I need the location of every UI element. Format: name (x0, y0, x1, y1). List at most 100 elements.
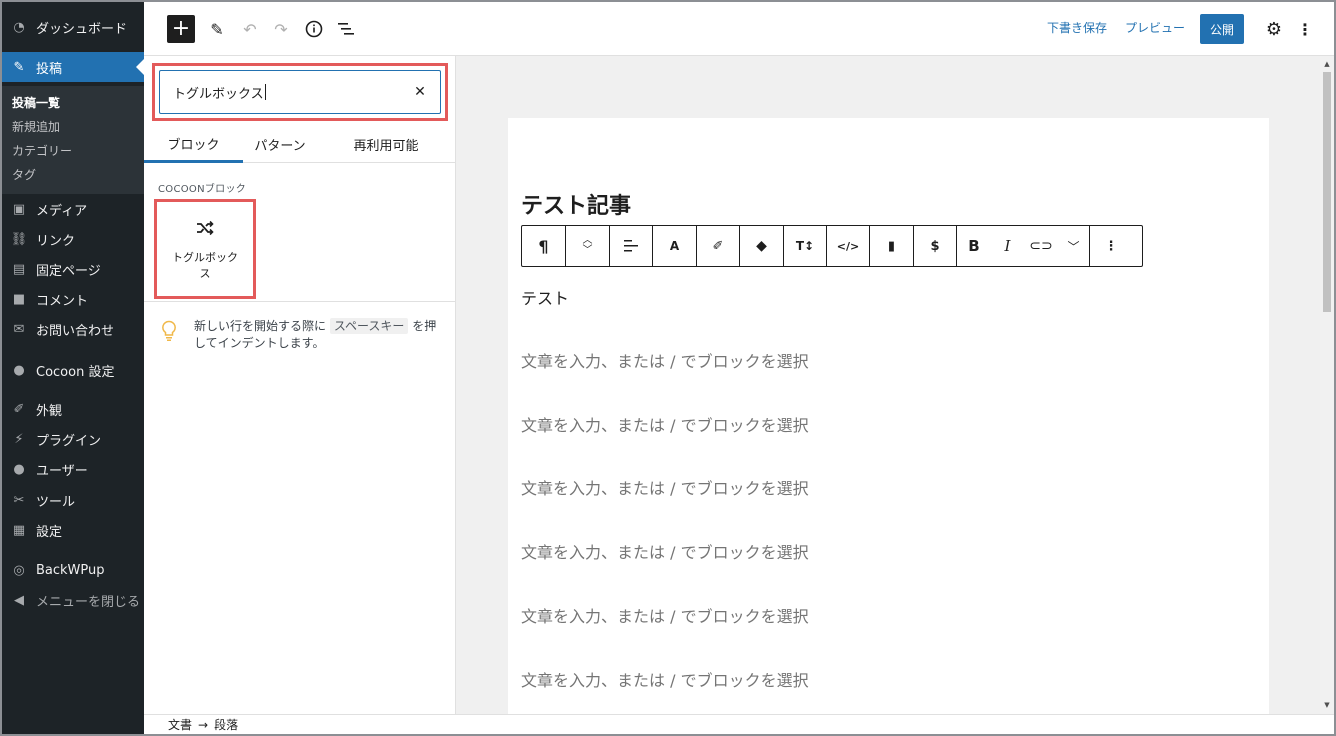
backwpup-icon: ◎ (13, 562, 25, 578)
code-button[interactable]: </> (827, 226, 870, 266)
highlight-button[interactable]: ✐ (697, 226, 740, 266)
details-button[interactable] (301, 16, 327, 42)
clear-search-icon[interactable]: ✕ (412, 84, 428, 100)
dollar-button[interactable]: $ (914, 226, 957, 266)
submenu-add-new[interactable]: 新規追加 (12, 118, 60, 135)
menu-collapse[interactable]: ◀ メニューを閉じる (2, 585, 144, 615)
scroll-up-icon[interactable]: ▲ (1322, 59, 1332, 69)
menu-plugins[interactable]: ⚡ プラグイン (2, 424, 144, 454)
font-size-button[interactable]: T↕ (784, 226, 827, 266)
empty-paragraph-block[interactable]: 文章を入力、または / でブロックを選択 (521, 667, 809, 691)
tab-patterns[interactable]: パターン (243, 126, 317, 163)
bold-button[interactable]: B (957, 226, 991, 266)
mail-icon: ✉ (13, 321, 25, 337)
submenu-categories[interactable]: カテゴリー (12, 142, 72, 159)
menu-cocoon-settings[interactable]: ● Cocoon 設定 (2, 355, 144, 385)
link-button[interactable]: ⊂⊃ (1024, 226, 1058, 266)
link-icon: ⛓ (10, 231, 28, 247)
menu-settings[interactable]: ▦ 設定 (2, 515, 144, 545)
menu-links-label: リンク (36, 233, 76, 249)
paragraph-block[interactable]: テスト (521, 285, 569, 309)
tip-text-before: 新しい行を開始する際に (194, 319, 327, 333)
more-options-button[interactable]: ⋮ (1292, 16, 1318, 42)
menu-pages[interactable]: ▤ 固定ページ (2, 254, 144, 284)
collapse-icon: ◀ (14, 592, 24, 608)
menu-appearance-label: 外観 (36, 403, 63, 419)
vertical-scrollbar[interactable]: ▲ ▼ (1320, 56, 1334, 714)
menu-pages-label: 固定ページ (36, 263, 101, 279)
toggle-box-block-label: トグルボックス (172, 251, 238, 280)
settings-button[interactable]: ⚙ (1261, 16, 1287, 42)
block-search-input[interactable]: トグルボックス ✕ (159, 70, 441, 114)
italic-button[interactable]: I (991, 226, 1024, 266)
empty-paragraph-block[interactable]: 文章を入力、または / でブロックを選択 (521, 475, 809, 499)
file-icon: ▮ (887, 238, 896, 254)
link-icon: ⊂⊃ (1029, 238, 1053, 254)
bold-icon: B (968, 237, 980, 255)
menu-contact-label: お問い合わせ (36, 323, 115, 339)
submenu-all-posts[interactable]: 投稿一覧 (12, 94, 60, 111)
add-block-button[interactable]: + (167, 15, 195, 43)
breadcrumb-separator: → (198, 717, 209, 732)
menu-posts[interactable]: ✎ 投稿 (2, 52, 144, 82)
post-title[interactable]: テスト記事 (521, 188, 631, 220)
menu-media[interactable]: ▣ メディア (2, 194, 144, 224)
menu-tools[interactable]: ✂ ツール (2, 485, 144, 515)
tab-reusable[interactable]: 再利用可能 (317, 126, 455, 163)
empty-paragraph-block[interactable]: 文章を入力、または / でブロックを選択 (521, 412, 809, 436)
submenu-tags[interactable]: タグ (12, 166, 36, 183)
cocoon-icon: ● (13, 362, 25, 378)
menu-tools-label: ツール (36, 494, 76, 510)
menu-comments[interactable]: ■ コメント (2, 284, 144, 314)
publish-button[interactable]: 公開 (1200, 14, 1244, 44)
redo-button[interactable]: ↷ (268, 16, 294, 42)
menu-links[interactable]: ⛓ リンク (2, 224, 144, 254)
block-highlight: トグルボックス (154, 199, 256, 299)
list-view-button[interactable] (333, 16, 359, 42)
lightbulb-icon (162, 320, 176, 341)
comment-icon: ■ (12, 291, 26, 307)
user-icon: ● (13, 461, 25, 477)
breadcrumb-paragraph[interactable]: 段落 (214, 716, 238, 733)
menu-appearance[interactable]: ✐ 外観 (2, 394, 144, 424)
align-left-icon (624, 240, 638, 252)
menu-comments-label: コメント (36, 293, 89, 309)
text-color-button[interactable]: A (653, 226, 697, 266)
undo-button[interactable]: ↶ (237, 16, 263, 42)
align-button[interactable] (610, 226, 653, 266)
dashboard-icon: ◔ (13, 19, 25, 35)
block-inserter-panel: トグルボックス ✕ ブロック パターン 再利用可能 COCOONブロック トグル… (144, 56, 456, 714)
menu-collapse-label: メニューを閉じる (36, 594, 141, 610)
move-block-button[interactable]: ︿ ﹀ (566, 226, 610, 266)
empty-paragraph-block[interactable]: 文章を入力、または / でブロックを選択 (521, 348, 809, 372)
shortcode-button[interactable]: ▮ (870, 226, 914, 266)
empty-paragraph-block[interactable]: 文章を入力、または / でブロックを選択 (521, 539, 809, 563)
more-format-button[interactable]: ﹀ (1058, 226, 1090, 266)
tools-button[interactable]: ✎ (204, 16, 230, 42)
pin-icon: ✎ (13, 59, 25, 75)
scroll-down-icon[interactable]: ▼ (1322, 700, 1332, 710)
posts-submenu: 投稿一覧 新規追加 カテゴリー タグ (2, 86, 144, 194)
app-frame: ◔ ダッシュボード ✎ 投稿 投稿一覧 新規追加 カテゴリー タグ ▣ メディア… (0, 0, 1336, 736)
tab-blocks[interactable]: ブロック (144, 126, 243, 163)
breadcrumb-document[interactable]: 文書 (168, 716, 192, 733)
preview-button[interactable]: プレビュー (1125, 19, 1185, 36)
tag-button[interactable]: ◆ (740, 226, 784, 266)
redo-icon: ↷ (274, 19, 288, 39)
menu-backwpup[interactable]: ◎ BackWPup (2, 555, 144, 585)
menu-contact[interactable]: ✉ お問い合わせ (2, 314, 144, 344)
scrollbar-thumb[interactable] (1323, 72, 1331, 312)
menu-users-label: ユーザー (36, 463, 88, 479)
paragraph-block-button[interactable]: ¶ (522, 226, 566, 266)
gear-icon: ⚙ (1265, 18, 1283, 40)
block-breadcrumb: 文書 → 段落 (144, 714, 1334, 734)
page-icon: ▤ (12, 261, 26, 277)
menu-dashboard[interactable]: ◔ ダッシュボード (2, 12, 144, 42)
undo-icon: ↶ (243, 19, 257, 39)
menu-users[interactable]: ● ユーザー (2, 454, 144, 484)
save-draft-button[interactable]: 下書き保存 (1047, 19, 1107, 36)
block-options-button[interactable]: ⋮ (1090, 226, 1132, 266)
chevron-down-icon: ﹀ (1067, 239, 1080, 254)
empty-paragraph-block[interactable]: 文章を入力、または / でブロックを選択 (521, 603, 809, 627)
toggle-box-block[interactable]: トグルボックス (161, 206, 249, 292)
